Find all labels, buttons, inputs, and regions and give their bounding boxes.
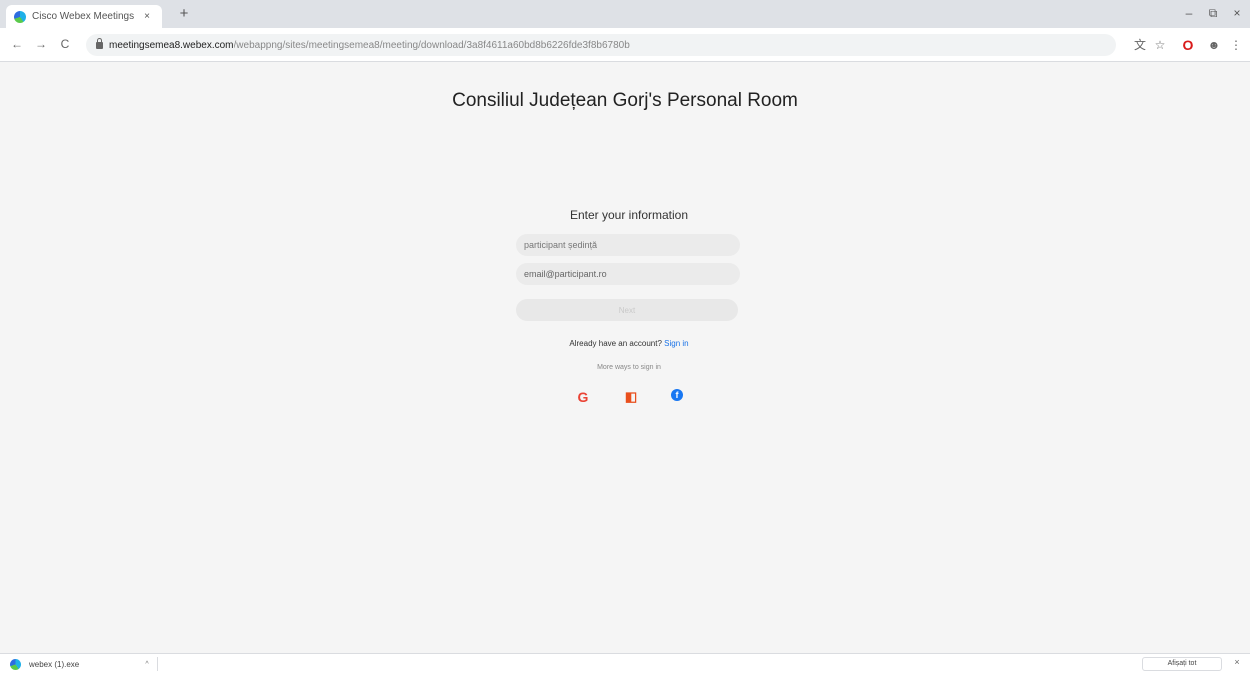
window-close-button[interactable]: × [1228, 6, 1246, 20]
restore-button[interactable]: ⧉ [1204, 6, 1222, 21]
google-icon[interactable]: G [575, 389, 591, 405]
account-prompt: Already have an account? [569, 339, 662, 348]
page-title: Consiliul Județean Gorj's Personal Room [452, 90, 798, 111]
address-bar[interactable]: meetingsemea8.webex.com /webappng/sites/… [86, 34, 1116, 56]
webex-file-icon [10, 658, 21, 670]
new-tab-button[interactable]: + [176, 6, 192, 22]
tab-close-icon[interactable]: × [140, 11, 154, 22]
opera-icon[interactable]: O [1180, 37, 1196, 53]
more-ways-label: More ways to sign in [597, 364, 661, 371]
download-name: webex (1).exe [29, 659, 80, 669]
profile-icon[interactable]: ☻ [1206, 37, 1222, 53]
shelf-close-icon[interactable]: × [1232, 657, 1242, 667]
tab-strip: Cisco Webex Meetings × + – ⧉ × [0, 0, 1250, 28]
social-sign-in: G ◧ f [516, 389, 742, 405]
url-path: /webappng/sites/meetingsemea8/meeting/do… [233, 39, 630, 51]
download-shelf: webex (1).exe ^ Afișați tot × [0, 653, 1250, 673]
office-icon[interactable]: ◧ [623, 389, 639, 405]
form-heading: Enter your information [569, 208, 689, 222]
join-form: Enter your information Next Already have… [516, 208, 742, 405]
minimize-button[interactable]: – [1180, 6, 1198, 20]
back-button[interactable]: ← [10, 37, 24, 51]
reload-button[interactable]: C [58, 37, 72, 51]
url-host: meetingsemea8.webex.com [109, 39, 234, 51]
next-button[interactable]: Next [516, 299, 738, 321]
name-input[interactable] [516, 234, 740, 256]
tab-title: Cisco Webex Meetings [32, 11, 135, 22]
browser-toolbar: ← → C meetingsemea8.webex.com /webappng/… [0, 28, 1250, 62]
star-icon[interactable]: ☆ [1152, 37, 1168, 53]
download-item[interactable]: webex (1).exe ^ [10, 657, 158, 671]
account-prompt-row: Already have an account? Sign in [516, 339, 742, 348]
translate-icon[interactable]: 文 [1132, 37, 1148, 53]
browser-tab[interactable]: Cisco Webex Meetings × [6, 5, 162, 28]
email-input[interactable] [516, 263, 740, 285]
chevron-up-icon[interactable]: ^ [137, 661, 157, 668]
lock-icon [96, 37, 103, 49]
sign-in-link[interactable]: Sign in [664, 339, 688, 348]
forward-button[interactable]: → [34, 37, 48, 51]
show-all-button[interactable]: Afișați tot [1142, 657, 1222, 671]
webex-favicon-icon [14, 10, 26, 23]
menu-icon[interactable]: ⋮ [1228, 37, 1244, 53]
facebook-icon[interactable]: f [671, 389, 683, 401]
